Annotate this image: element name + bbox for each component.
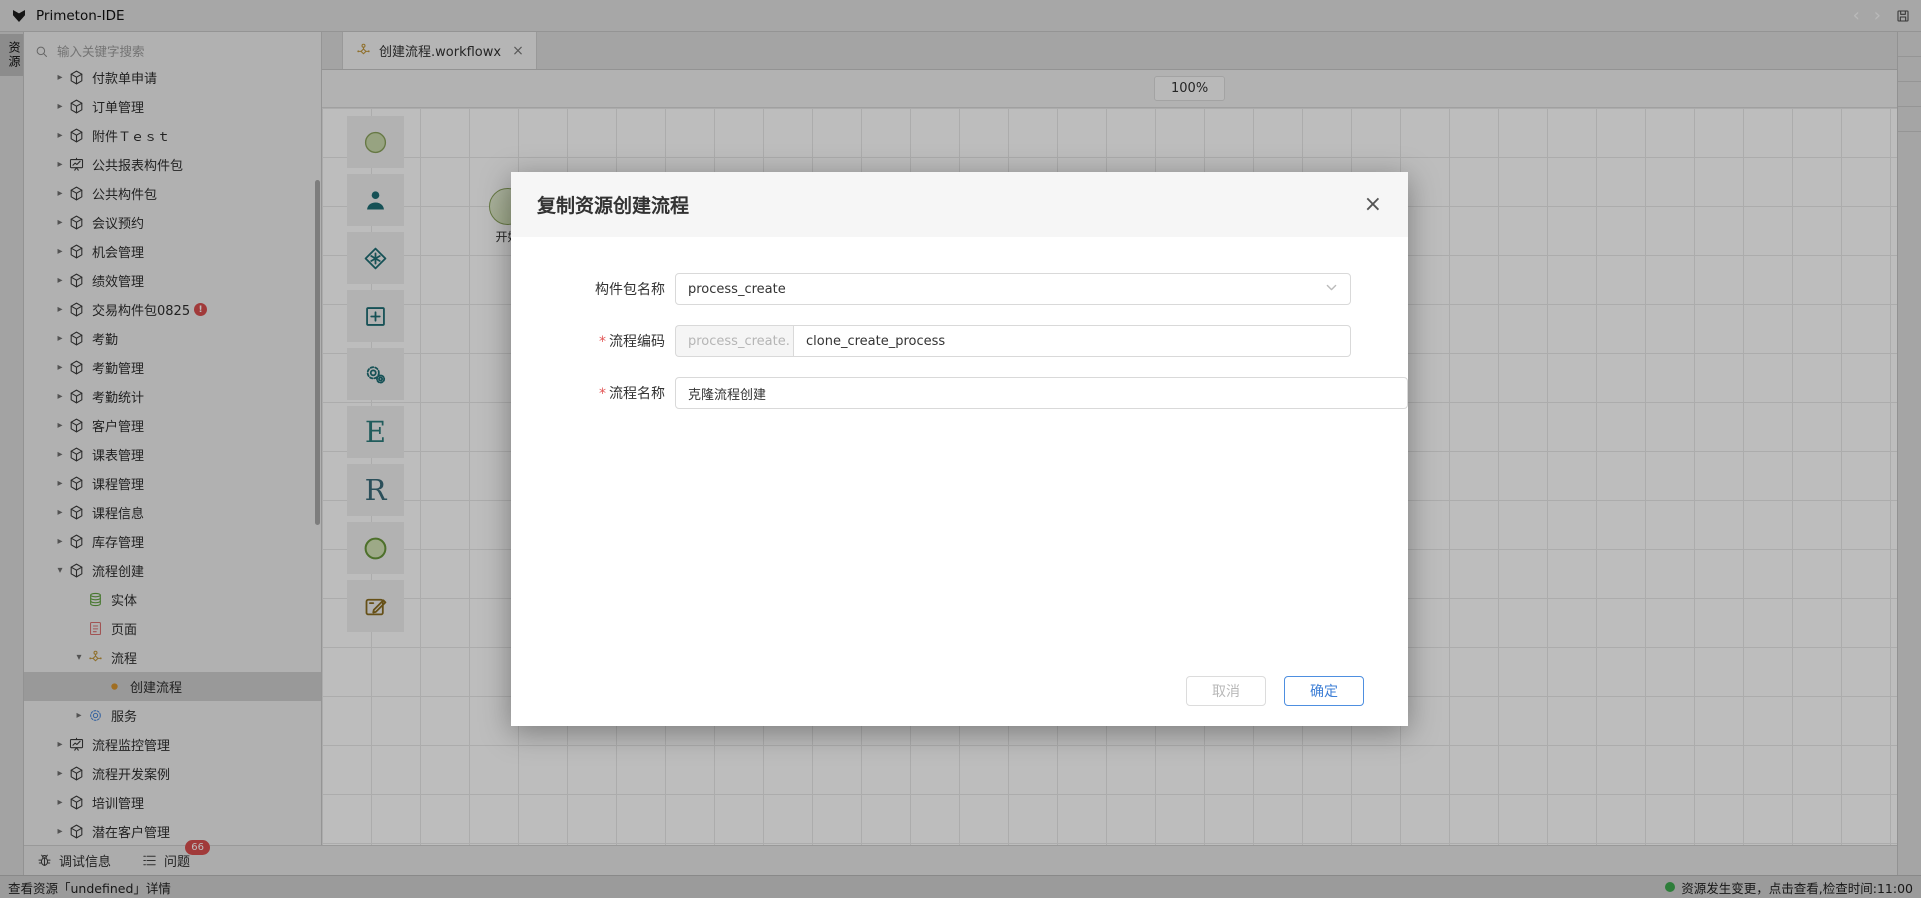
- copy-resource-dialog: 复制资源创建流程 × 构件包名称 process_create *流程编码 pr…: [511, 172, 1408, 726]
- dialog-body: 构件包名称 process_create *流程编码 process_creat…: [511, 237, 1408, 409]
- field-label: 构件包名称: [569, 279, 665, 299]
- dialog-close-icon[interactable]: ×: [1364, 194, 1382, 216]
- process-name-input[interactable]: [675, 377, 1408, 409]
- cancel-button[interactable]: 取消: [1186, 676, 1266, 706]
- process-code-input[interactable]: [793, 325, 1351, 357]
- chevron-down-icon: [1325, 281, 1338, 298]
- process-code-group: process_create.: [675, 325, 1351, 357]
- package-name-value: process_create: [688, 282, 786, 297]
- field-label: *流程名称: [569, 383, 665, 403]
- field-row-process-code: *流程编码 process_create.: [511, 325, 1408, 357]
- dialog-footer: 取消 确定: [1186, 676, 1408, 706]
- package-name-select[interactable]: process_create: [675, 273, 1351, 305]
- process-code-prefix: process_create.: [675, 325, 793, 357]
- dialog-header: 复制资源创建流程 ×: [511, 172, 1408, 237]
- dialog-title: 复制资源创建流程: [537, 191, 689, 218]
- confirm-button[interactable]: 确定: [1284, 676, 1364, 706]
- required-asterisk: *: [599, 334, 606, 350]
- field-row-package-name: 构件包名称 process_create: [511, 273, 1408, 305]
- field-label: *流程编码: [569, 331, 665, 351]
- primeton-ide-window: Primeton-IDE ‹ › 资源 ▸: [0, 0, 1921, 898]
- field-row-process-name: *流程名称: [511, 377, 1408, 409]
- required-asterisk: *: [599, 386, 606, 402]
